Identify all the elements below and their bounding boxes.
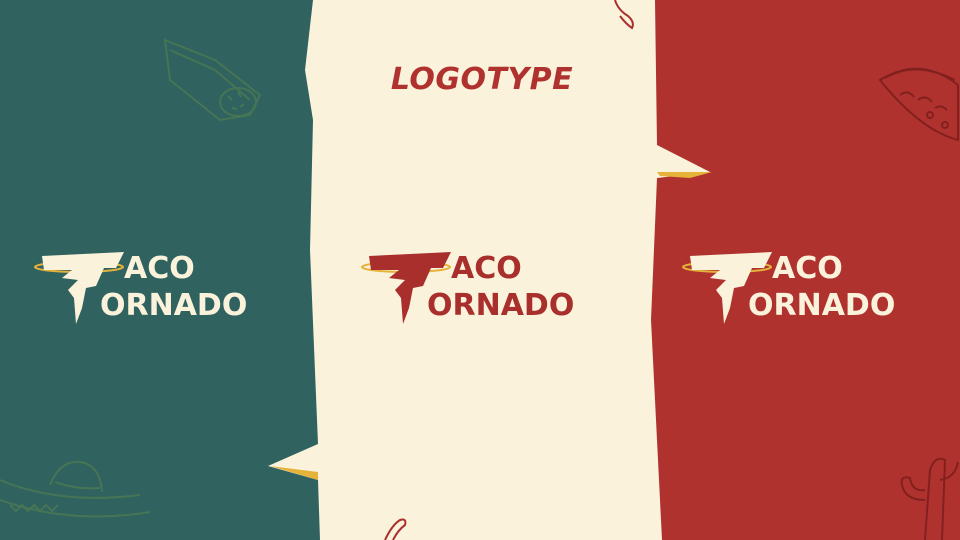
logo-line-2: ORNADO — [427, 288, 574, 323]
logo-line-2: ORNADO — [100, 288, 247, 323]
logo-line-2: ORNADO — [748, 288, 895, 323]
logo-mark: ACO ORNADO — [361, 251, 574, 324]
logo-line-1: ACO — [451, 251, 522, 286]
page-title: LOGOTYPE — [390, 62, 574, 97]
logo-on-red: ACO ORNADO — [682, 246, 927, 330]
logo-on-teal: ACO ORNADO — [34, 246, 279, 330]
logo-line-1: ACO — [124, 251, 195, 286]
logo-mark: ACO ORNADO — [682, 251, 895, 324]
logo-on-cream: ACO ORNADO — [361, 246, 606, 330]
logo-mark: ACO ORNADO — [34, 251, 247, 324]
logo-line-1: ACO — [772, 251, 843, 286]
